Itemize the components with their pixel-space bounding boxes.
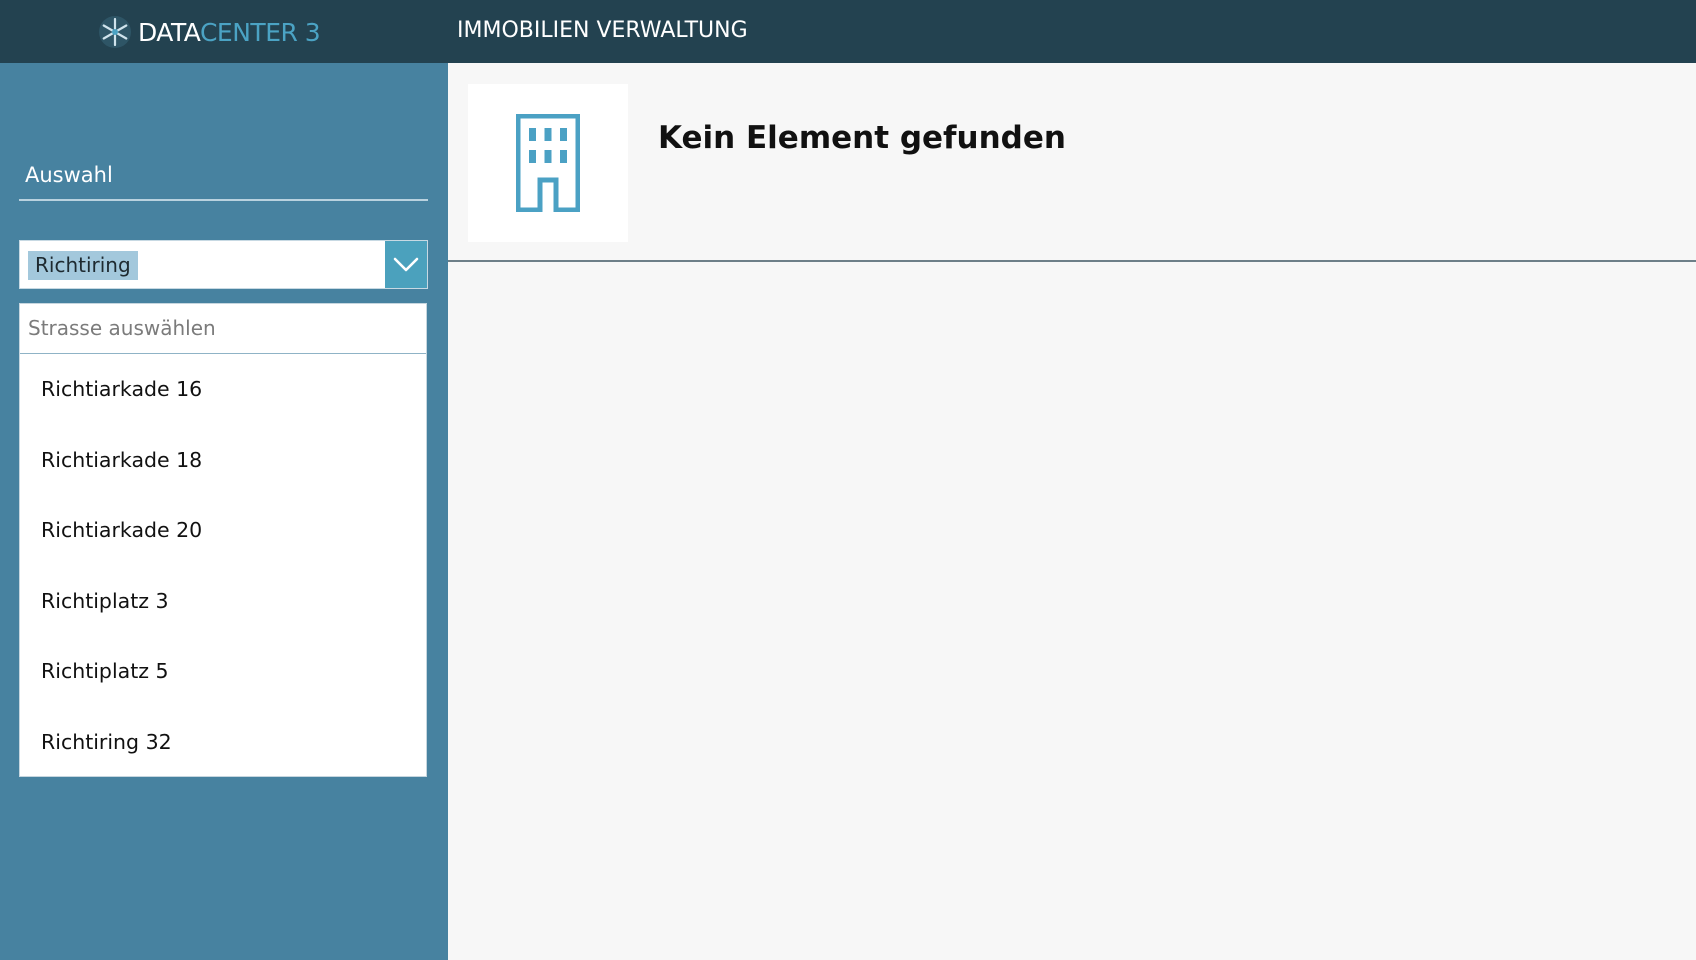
app-title: IMMOBILIEN VERWALTUNG xyxy=(457,18,748,43)
combobox-toggle-button[interactable] xyxy=(385,241,427,288)
street-combobox[interactable]: Richtiring xyxy=(19,240,428,289)
street-search-input[interactable] xyxy=(28,312,418,344)
app-logo[interactable]: DATACENTER 3 xyxy=(98,14,321,50)
section-title: Auswahl xyxy=(25,163,113,187)
logo-text: DATACENTER 3 xyxy=(138,17,321,47)
street-dropdown: Richtiarkade 16 Richtiarkade 18 Richtiar… xyxy=(19,303,427,777)
header-divider xyxy=(448,260,1696,262)
dropdown-list: Richtiarkade 16 Richtiarkade 18 Richtiar… xyxy=(20,354,426,777)
dropdown-item[interactable]: Richtiarkade 20 xyxy=(20,495,426,566)
dropdown-search xyxy=(20,304,426,354)
dropdown-item[interactable]: Richtiarkade 18 xyxy=(20,425,426,496)
combobox-selected-value[interactable]: Richtiring xyxy=(28,251,138,280)
dropdown-item[interactable]: Richtiring 32 xyxy=(20,707,426,778)
element-icon-card xyxy=(468,84,628,242)
section-divider xyxy=(19,199,428,201)
dropdown-item[interactable]: Richtiplatz 3 xyxy=(20,566,426,637)
top-bar: DATACENTER 3 IMMOBILIEN VERWALTUNG xyxy=(0,0,1696,63)
dropdown-item[interactable]: Richtiarkade 16 xyxy=(20,354,426,425)
building-icon xyxy=(516,114,580,212)
chevron-down-icon xyxy=(393,257,419,271)
sidebar: Auswahl Richtiring Richtiarkade 16 Richt… xyxy=(0,63,448,960)
page-title: Kein Element gefunden xyxy=(658,120,1066,156)
dropdown-item[interactable]: Richtiplatz 5 xyxy=(20,636,426,707)
snowflake-logo-icon xyxy=(99,16,131,48)
